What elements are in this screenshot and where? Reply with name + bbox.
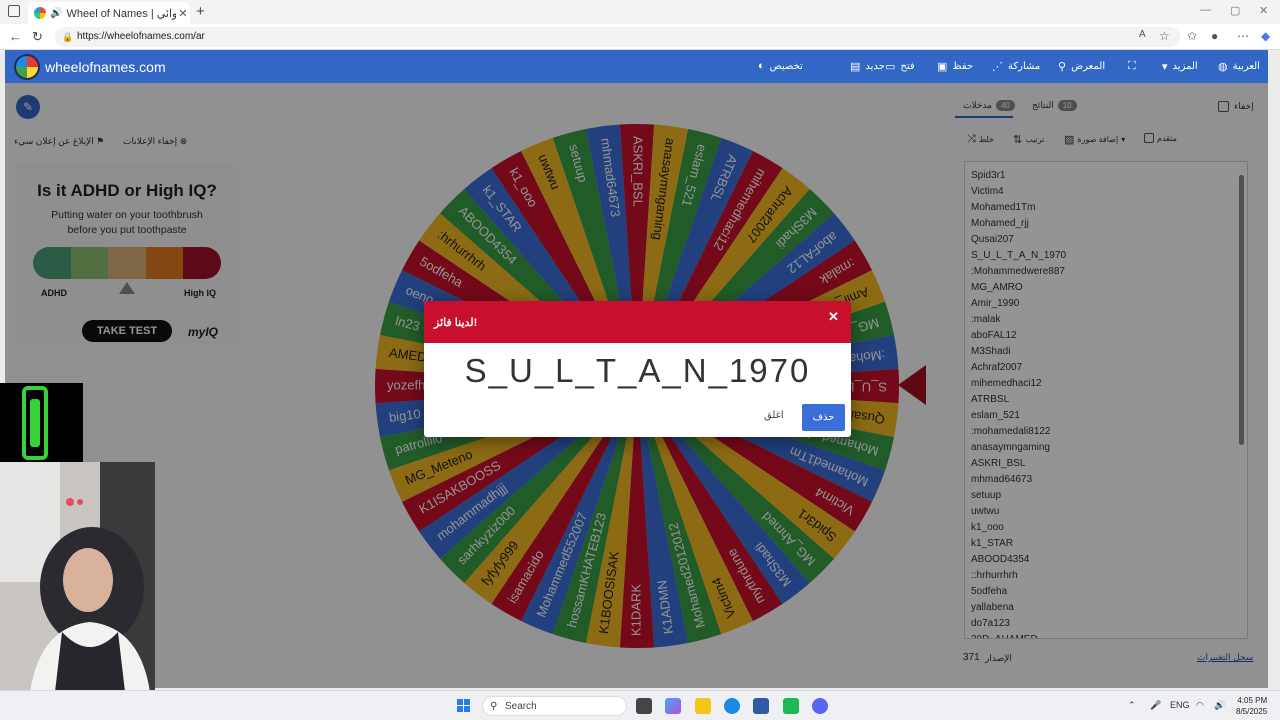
new-tab-icon[interactable]: + xyxy=(196,3,205,20)
clock[interactable]: 4:05 PM 8/5/2025 xyxy=(1236,695,1267,717)
menu-open[interactable]: ▭ فتح xyxy=(885,60,915,73)
stream-logo xyxy=(0,383,83,463)
favorites-icon[interactable]: ✩ xyxy=(1187,29,1197,43)
favicon-icon xyxy=(34,7,46,19)
menu-more[interactable]: ▾ المزيد xyxy=(1162,60,1198,73)
wifi-icon[interactable]: ◠ xyxy=(1196,700,1204,711)
tab-title: Wheel of Names | العشوائي ... xyxy=(66,7,176,20)
taskbar: ⚲ Search ⌃ 🎤 ENG ◠ 🔊 4:05 PM 8/5/2025 xyxy=(0,690,1280,720)
tray-chevron-icon[interactable]: ⌃ xyxy=(1128,700,1136,711)
browser-tab-bar: 🔊 Wheel of Names | العشوائي ... ✕ + — ▢ … xyxy=(0,0,1280,24)
remove-button[interactable]: حذف xyxy=(802,404,845,431)
speaker-icon[interactable]: 🔊 xyxy=(50,8,62,19)
volume-icon[interactable]: 🔊 xyxy=(1214,700,1225,711)
winner-dialog: لدينا فائز! ✕ S_U_L_T_A_N_1970 اغلق حذف xyxy=(424,301,851,437)
dialog-header: لدينا فائز! ✕ xyxy=(424,301,851,343)
winner-name: S_U_L_T_A_N_1970 xyxy=(464,352,811,389)
save-icon: ▣ xyxy=(937,61,948,73)
webcam-image xyxy=(0,462,155,692)
close-button[interactable]: اغلق xyxy=(764,410,784,421)
read-aloud-icon[interactable]: A xyxy=(1139,29,1146,40)
menu-fullscreen[interactable]: ⛶ xyxy=(1128,60,1136,73)
copilot-icon[interactable] xyxy=(665,698,681,714)
profile-icon[interactable]: ● xyxy=(1211,29,1218,43)
menu-new[interactable]: ▤ جديد xyxy=(850,60,885,73)
lock-icon: 🔒 xyxy=(62,32,74,42)
menu-language[interactable]: ◍ العربية xyxy=(1218,60,1260,73)
minimize-icon[interactable]: — xyxy=(1200,4,1211,16)
fullscreen-icon: ⛶ xyxy=(1128,60,1136,72)
menu-save[interactable]: ▣ حفظ xyxy=(937,60,973,73)
clock-time: 4:05 PM xyxy=(1237,696,1268,705)
globe-icon: ◍ xyxy=(1218,61,1228,73)
url-text: https://wheelofnames.com/ar xyxy=(77,31,205,42)
menu-gallery[interactable]: ⚲ المعرض xyxy=(1058,60,1105,73)
new-file-icon: ▤ xyxy=(850,61,861,73)
search-icon: ⚲ xyxy=(490,701,498,712)
logo-bar xyxy=(30,399,40,447)
menu-customize[interactable]: ◐ تخصيص xyxy=(758,60,803,72)
favorite-star-icon[interactable]: ☆ xyxy=(1159,29,1170,43)
logo-icon[interactable] xyxy=(14,54,40,80)
clock-date: 8/5/2025 xyxy=(1236,707,1268,716)
store-icon[interactable] xyxy=(753,698,769,714)
copilot-icon[interactable]: ◆ xyxy=(1261,29,1270,43)
edge-icon[interactable] xyxy=(724,698,740,714)
task-view-icon[interactable] xyxy=(636,698,652,714)
browser-tab[interactable]: 🔊 Wheel of Names | العشوائي ... ✕ xyxy=(28,2,190,24)
url-input[interactable]: 🔒 https://wheelofnames.com/ar xyxy=(55,27,1180,47)
app-header: wheelofnames.com ◐ تخصيص ▤ جديد ▭ فتح ▣ حفظ … xyxy=(5,50,1268,83)
file-explorer-icon[interactable] xyxy=(695,698,711,714)
more-icon[interactable]: ⋯ xyxy=(1237,29,1249,43)
chevron-down-icon: ▾ xyxy=(1162,61,1168,73)
search-icon: ⚲ xyxy=(1058,61,1067,73)
refresh-icon[interactable]: ↻ xyxy=(32,29,43,45)
tab-actions-icon[interactable] xyxy=(8,5,20,17)
dialog-title: لدينا فائز! xyxy=(434,317,478,329)
mic-icon[interactable]: 🎤 xyxy=(1150,700,1161,711)
start-icon[interactable] xyxy=(457,699,471,713)
share-icon: ⋰ xyxy=(992,61,1003,73)
close-icon[interactable]: ✕ xyxy=(828,309,839,325)
app-icon[interactable] xyxy=(783,698,799,714)
folder-icon: ▭ xyxy=(885,61,896,73)
palette-icon: ◐ xyxy=(758,60,765,72)
back-icon[interactable]: ← xyxy=(9,29,22,44)
menu-share[interactable]: ⋰ مشاركة xyxy=(992,60,1040,73)
language-indicator[interactable]: ENG xyxy=(1170,700,1190,710)
discord-icon[interactable] xyxy=(812,698,828,714)
webcam-feed xyxy=(0,462,155,692)
close-tab-icon[interactable]: ✕ xyxy=(176,7,190,20)
maximize-icon[interactable]: ▢ xyxy=(1230,4,1240,17)
taskbar-search[interactable]: ⚲ Search xyxy=(482,696,627,716)
brand-name[interactable]: wheelofnames.com xyxy=(45,59,166,75)
close-window-icon[interactable]: ✕ xyxy=(1259,4,1268,17)
address-bar-row: ← ↻ 🔒 https://wheelofnames.com/ar A ☆ ✩ … xyxy=(0,24,1280,50)
